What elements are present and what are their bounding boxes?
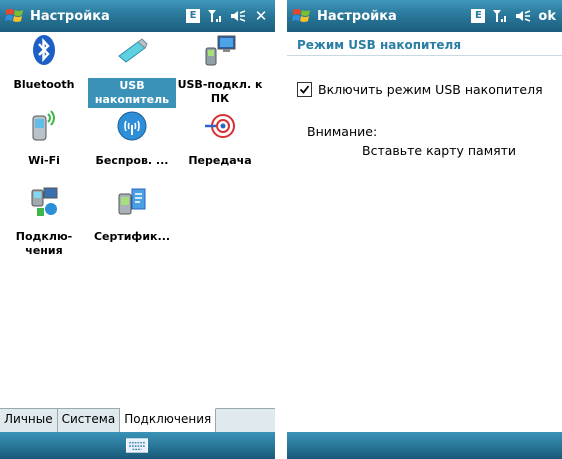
- checkmark-icon: [299, 85, 310, 94]
- title-bar: Настройка E ok: [287, 0, 562, 32]
- edge-indicator-icon[interactable]: E: [471, 9, 486, 23]
- settings-item-label: Подклю-чения: [15, 230, 73, 257]
- title-bar: Настройка E ✕: [0, 0, 275, 32]
- settings-item-label: Wi-Fi: [28, 154, 60, 167]
- settings-item-label: USB накопитель: [88, 78, 176, 108]
- settings-item-bluetooth[interactable]: Bluetooth: [0, 34, 88, 110]
- windows-logo-icon: [292, 9, 310, 22]
- settings-item-label: Сертифик...: [93, 230, 171, 243]
- speaker-icon[interactable]: [230, 9, 246, 23]
- tab-system[interactable]: Система: [57, 409, 121, 432]
- usb-mode-checkbox[interactable]: [297, 82, 312, 97]
- warning-message: Вставьте карту памяти: [362, 143, 517, 158]
- page-title: Режим USB накопителя: [287, 36, 562, 56]
- usb-to-pc-icon: [205, 35, 236, 66]
- windows-logo-icon: [5, 9, 23, 22]
- window-title: Настройка: [317, 8, 397, 24]
- status-tray: E ok: [471, 0, 556, 32]
- signal-icon[interactable]: [492, 9, 508, 23]
- settings-item-label: USB-подкл. к ПК: [177, 78, 263, 105]
- status-tray: E ✕: [186, 0, 269, 32]
- soft-key-bar: [287, 432, 562, 459]
- beam-icon: [205, 114, 235, 138]
- settings-item-wireless[interactable]: Беспров. ...: [88, 110, 176, 186]
- edge-indicator-icon[interactable]: E: [186, 9, 200, 23]
- tab-personal[interactable]: Личные: [0, 409, 58, 432]
- settings-item-label: Bluetooth: [13, 78, 75, 91]
- wireless-icon: [117, 111, 147, 141]
- settings-item-label: Беспров. ...: [95, 154, 169, 167]
- category-tabs: Личные Система Подключения: [0, 408, 275, 432]
- usb-storage-mode-screen: Настройка E ok Режим USB накопителя Вклю…: [287, 0, 562, 459]
- settings-item-certificates[interactable]: Сертифик...: [88, 186, 176, 262]
- close-button[interactable]: ✕: [253, 7, 269, 25]
- wifi-icon: [32, 110, 55, 141]
- checkbox-label: Включить режим USB накопителя: [318, 82, 543, 97]
- ok-button[interactable]: ok: [538, 9, 556, 24]
- speaker-icon[interactable]: [515, 9, 531, 23]
- soft-key-bar: [0, 432, 275, 459]
- certificates-icon: [118, 188, 146, 215]
- usb-mode-checkbox-row[interactable]: Включить режим USB накопителя: [297, 82, 543, 97]
- connections-icon: [31, 187, 58, 216]
- settings-item-label: Передача: [188, 154, 252, 167]
- settings-item-wifi[interactable]: Wi-Fi: [0, 110, 88, 186]
- start-button[interactable]: [0, 0, 30, 32]
- tab-connections[interactable]: Подключения: [120, 408, 217, 432]
- warning-label: Внимание:: [307, 124, 378, 139]
- settings-item-connections[interactable]: Подклю-чения: [0, 186, 88, 262]
- bluetooth-icon: [33, 35, 55, 65]
- signal-icon[interactable]: [207, 9, 223, 23]
- start-button[interactable]: [287, 0, 317, 32]
- settings-item-usb-drive[interactable]: USB накопитель: [88, 34, 176, 110]
- keyboard-icon[interactable]: [126, 438, 148, 453]
- settings-item-beam[interactable]: Передача: [176, 110, 264, 186]
- settings-connections-screen: Настройка E ✕ Bluetooth USB накопитель U…: [0, 0, 275, 459]
- usb-drive-icon: [118, 38, 148, 63]
- settings-item-usb-to-pc[interactable]: USB-подкл. к ПК: [176, 34, 264, 110]
- window-title: Настройка: [30, 8, 110, 24]
